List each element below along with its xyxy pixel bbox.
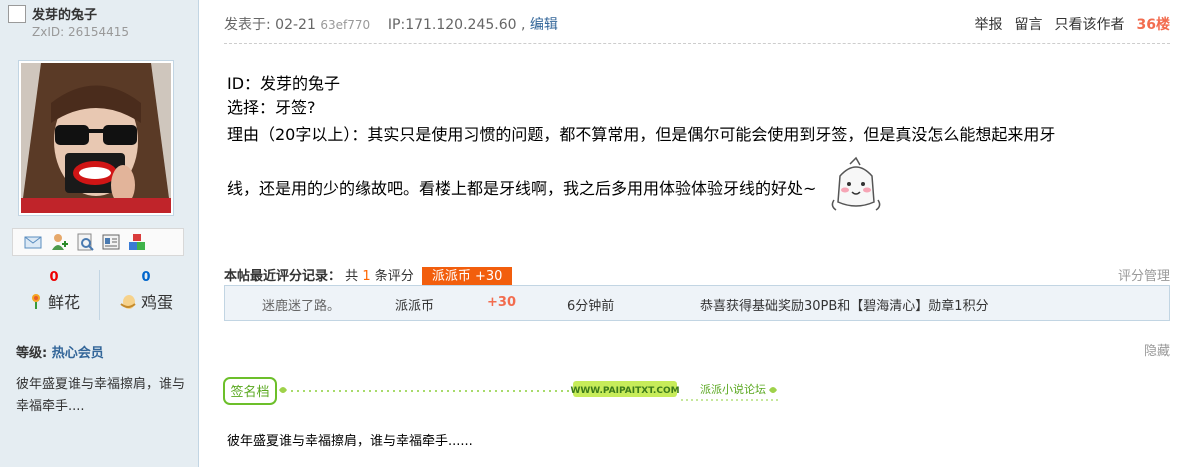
content-line-3: 理由（20字以上）：其实只是使用习惯的问题，都不算常用，但是偶尔可能会使用到牙签… — [227, 125, 1056, 144]
rating-score: +30 — [487, 295, 516, 310]
post-content: ID：发芽的兔子 选择：牙签? 理由（20字以上）：其实只是使用习惯的问题，都不… — [227, 72, 1157, 214]
user-status-icon — [8, 4, 26, 23]
flowers-count: 0 — [49, 270, 59, 285]
signature-text: 彼年盛夏谁与幸福擦肩，谁与幸福牵手...... — [227, 434, 473, 449]
post-date: 发表于: 02-21 — [224, 17, 316, 33]
avatar[interactable] — [21, 63, 171, 213]
meta-divider — [224, 43, 1170, 44]
avatar-image — [21, 63, 171, 213]
hide-link[interactable]: 隐藏 — [1144, 340, 1170, 359]
card-icon[interactable] — [101, 232, 121, 252]
eggs-count: 0 — [141, 270, 151, 285]
post-meta: 发表于: 02-21 63ef770 IP:171.120.245.60 , 编… — [224, 14, 558, 34]
flower-icon — [31, 294, 40, 309]
author-row: 发芽的兔子 — [8, 4, 97, 23]
flowers-label: 鲜花 — [47, 293, 80, 312]
content-line-4: 线，还是用的少的缘故吧。看楼上都是牙线啊，我之后多用用体验体验牙线的好处~ — [227, 179, 817, 198]
author-name[interactable]: 发芽的兔子 — [32, 4, 97, 23]
rating-header: 本帖最近评分记录： 共 1 条评分 派派币 +30 评分管理 — [224, 265, 1170, 286]
rating-reason: 恭喜获得基础奖励30PB和【碧海清心】勋章1积分 — [700, 299, 989, 314]
signature-banner: 签名档 WWW.PAIPAITXT.COM 派派小说论坛 — [223, 376, 783, 408]
flowers-stat[interactable]: 0 鲜花 — [10, 270, 98, 313]
rating-count: 1 — [362, 269, 371, 284]
user-level-value[interactable]: 热心会员 — [52, 346, 104, 361]
eggs-stat[interactable]: 0 鸡蛋 — [102, 270, 190, 313]
rating-user[interactable]: 迷鹿迷了路。 — [262, 295, 340, 314]
egg-icon — [120, 295, 136, 309]
report-link[interactable]: 举报 — [975, 14, 1003, 34]
blocks-icon[interactable] — [127, 232, 147, 252]
rating-title: 本帖最近评分记录： — [224, 269, 342, 284]
user-stats: 0 鲜花 0 鸡蛋 — [10, 270, 190, 324]
sidebar-signature: 彼年盛夏谁与幸福擦肩，谁与幸福牵手.... — [16, 377, 186, 414]
post-hash: 63ef770 — [320, 18, 371, 32]
stats-divider — [99, 270, 100, 320]
content-line-1: ID：发芽的兔子 — [227, 74, 341, 93]
rating-manage-link[interactable]: 评分管理 — [1118, 265, 1170, 284]
post-main: 发表于: 02-21 63ef770 IP:171.120.245.60 , 编… — [199, 0, 1195, 467]
profile-icon[interactable] — [75, 232, 95, 252]
author-only-link[interactable]: 只看该作者 — [1055, 14, 1125, 34]
comment-link[interactable]: 留言 — [1015, 14, 1043, 34]
mail-icon[interactable] — [23, 232, 43, 252]
eggs-label: 鸡蛋 — [140, 293, 173, 312]
avatar-frame[interactable] — [18, 60, 174, 216]
user-level: 等级: 热心会员 — [16, 346, 104, 361]
rating-table: 迷鹿迷了路。 派派币 +30 6分钟前 恭喜获得基础奖励30PB和【碧海清心】勋… — [224, 285, 1170, 321]
emoticon-icon — [825, 156, 886, 214]
rating-time: 6分钟前 — [567, 299, 615, 314]
add-friend-icon[interactable] — [49, 232, 69, 252]
author-sidebar: 发芽的兔子 ZxID: 26154415 0 鲜花 0 鸡蛋 等级: 热心会员 … — [0, 0, 199, 467]
svg-text:WWW.PAIPAITXT.COM: WWW.PAIPAITXT.COM — [570, 386, 679, 396]
edit-link[interactable]: 编辑 — [530, 17, 558, 33]
user-tool-bar — [12, 228, 184, 256]
post-actions: 举报 留言 只看该作者 36楼 — [975, 14, 1170, 34]
author-zxid: ZxID: 26154415 — [32, 25, 130, 39]
floor-number[interactable]: 36楼 — [1137, 14, 1170, 34]
post-ip: IP:171.120.245.60 , — [387, 17, 526, 33]
content-line-2: 选择：牙签? — [227, 98, 316, 117]
signature-banner-image: 签名档 WWW.PAIPAITXT.COM 派派小说论坛 — [223, 377, 779, 405]
svg-text:派派小说论坛: 派派小说论坛 — [700, 382, 766, 396]
rating-kind: 派派币 — [395, 299, 435, 314]
svg-text:签名档: 签名档 — [230, 384, 269, 400]
rating-badge: 派派币 +30 — [421, 267, 513, 286]
